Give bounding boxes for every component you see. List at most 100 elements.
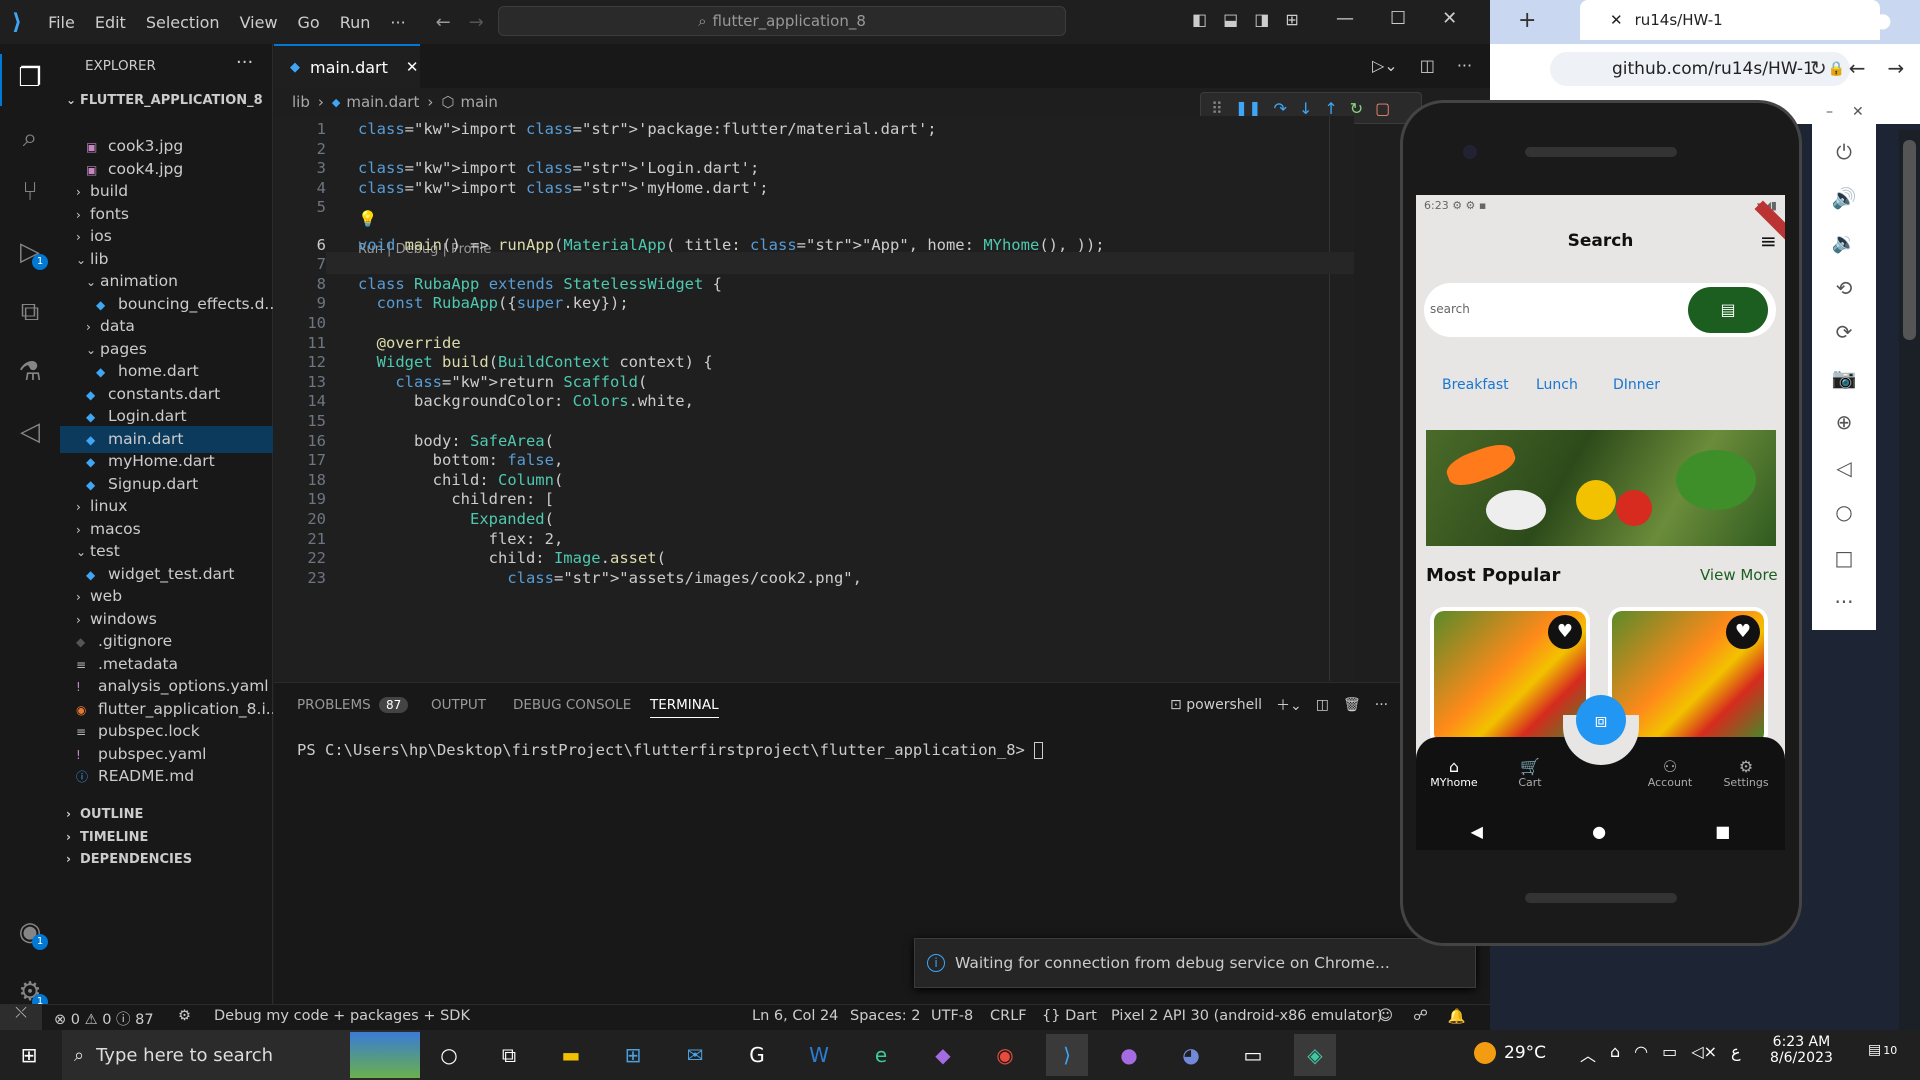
terminal-output[interactable]: PS C:\Users\hp\Desktop\firstProject\flut… [297, 741, 1044, 759]
run-dropdown-icon[interactable]: ▷⌄ [1372, 56, 1398, 75]
screenshot-icon[interactable]: 📷 [1812, 366, 1876, 390]
code-line[interactable]: child: Column( [358, 471, 564, 489]
code-editor[interactable]: Run | Debug | Profile 💡 1 class="kw">impo… [274, 116, 1354, 681]
battery-icon[interactable]: ▭ [1662, 1042, 1677, 1066]
nav-myhome[interactable]: ⌂ MYhome [1424, 757, 1484, 789]
emulator-minimize-button[interactable]: – [1826, 104, 1833, 120]
code-line[interactable]: Widget build(BuildContext context) { [358, 353, 713, 371]
category-lunch[interactable]: Lunch [1536, 377, 1578, 393]
extensions-icon[interactable]: ⧉ [12, 294, 48, 330]
kill-terminal-icon[interactable]: 🗑 [1343, 697, 1361, 713]
new-terminal-icon[interactable]: ＋⌄ [1276, 695, 1302, 715]
search-field[interactable]: search ▤ [1424, 283, 1776, 337]
code-line[interactable]: child: Image.asset( [358, 549, 666, 567]
search-button[interactable]: ▤ [1688, 287, 1768, 333]
code-line[interactable]: children: [ [358, 490, 554, 508]
step-over-icon[interactable]: ↷ [1274, 99, 1287, 118]
vscode-taskbar-icon[interactable]: ⟩ [1046, 1034, 1088, 1076]
category-dinner[interactable]: DInner [1613, 377, 1660, 393]
pause-icon[interactable]: ❚❚ [1235, 99, 1262, 118]
toggle-sidebar-icon[interactable]: ◧ [1192, 10, 1207, 29]
code-line[interactable]: class="str">"assets/images/cook2.png", [358, 569, 862, 587]
search-icon[interactable]: ⌕ [12, 120, 48, 156]
store-icon[interactable]: ⊞ [612, 1034, 654, 1076]
menu-more[interactable]: ··· [380, 13, 415, 32]
panel-more-icon[interactable]: ··· [1375, 697, 1388, 713]
tab-debug-console[interactable]: DEBUG CONSOLE [513, 697, 631, 713]
code-line[interactable]: class="kw">import class="str">'Login.dar… [358, 159, 759, 177]
breadcrumb-file[interactable]: main.dart [346, 93, 419, 111]
browser-back-icon[interactable]: ← [1849, 56, 1866, 80]
code-line[interactable]: body: SafeArea( [358, 432, 554, 450]
line-ending[interactable]: CRLF [990, 1008, 1027, 1024]
tab-output[interactable]: OUTPUT [431, 697, 486, 713]
run-debug-icon[interactable]: ▷ 1 [12, 234, 48, 270]
android-studio-icon[interactable]: ◈ [1294, 1034, 1336, 1076]
file-explorer-icon[interactable]: ▬ [550, 1034, 592, 1076]
tab-terminal[interactable]: TERMINAL [650, 697, 719, 718]
code-line[interactable]: class RubaApp extends StatelessWidget { [358, 275, 722, 293]
zoom-icon[interactable]: ⊕ [1812, 410, 1876, 434]
emulator-close-button[interactable]: ✕ [1852, 104, 1864, 120]
customize-layout-icon[interactable]: ⊞ [1285, 10, 1298, 29]
code-line[interactable]: class="kw">return Scaffold( [358, 373, 647, 391]
editor-more-icon[interactable]: ··· [1457, 56, 1472, 75]
project-root[interactable]: ⌄ FLUTTER_APPLICATION_8 [60, 87, 273, 114]
split-editor-icon[interactable]: ◫ [1420, 56, 1435, 75]
browser-scrollbar[interactable] [1903, 140, 1916, 340]
tray-chevron-icon[interactable]: ︿ [1580, 1042, 1596, 1066]
android-back-icon[interactable]: ◀ [1471, 822, 1483, 841]
menu-view[interactable]: View [230, 13, 288, 32]
cortana-icon[interactable]: ○ [428, 1034, 470, 1076]
more-actions-icon[interactable]: ··· [236, 52, 253, 73]
android-recents-icon[interactable]: ■ [1715, 822, 1730, 841]
hamburger-menu-icon[interactable]: ≡ [1760, 229, 1777, 253]
cursor-position[interactable]: Ln 6, Col 24 [752, 1008, 838, 1024]
emulator-more-icon[interactable]: ··· [1812, 590, 1876, 614]
encoding[interactable]: UTF-8 [931, 1008, 973, 1024]
reload-icon[interactable]: ↻ [1810, 56, 1827, 80]
category-breakfast[interactable]: Breakfast [1442, 377, 1509, 393]
menu-go[interactable]: Go [288, 13, 330, 32]
taskbar-search[interactable]: ⌕ Type here to search [62, 1030, 420, 1080]
code-line[interactable]: Expanded( [358, 510, 554, 528]
address-bar[interactable]: github.com/ru14s/HW-1 🔒 [1550, 52, 1850, 86]
copilot-icon[interactable]: ☺ [1378, 1008, 1393, 1025]
code-line[interactable]: bottom: false, [358, 451, 564, 469]
restart-icon[interactable]: ↻ [1350, 99, 1363, 118]
volume-muted-icon[interactable]: ◁× [1691, 1042, 1717, 1066]
volume-down-icon[interactable]: 🔉 [1812, 230, 1876, 254]
tab-problems[interactable]: PROBLEMS 87 [297, 697, 409, 713]
split-terminal-icon[interactable]: ◫ [1316, 697, 1329, 713]
section-dependencies[interactable]: › DEPENDENCIES [60, 846, 273, 873]
terminal-shell-selector[interactable]: ⊡ powershell [1170, 697, 1262, 713]
maximize-button[interactable]: ☐ [1390, 8, 1406, 29]
task-view-icon[interactable]: ⧉ [488, 1034, 530, 1076]
lightbulb-icon[interactable]: 💡 [358, 210, 377, 228]
new-tab-icon[interactable]: + [1518, 8, 1536, 33]
nav-settings[interactable]: ⚙ Settings [1716, 757, 1776, 789]
center-fab[interactable]: ⧈ [1576, 695, 1626, 745]
notification-toast[interactable]: i Waiting for connection from debug serv… [914, 938, 1476, 988]
debug-mode[interactable]: Debug my code + packages + SDK [214, 1008, 470, 1024]
terminal-icon[interactable]: ▭ [1232, 1034, 1274, 1076]
visual-studio-icon[interactable]: ◆ [922, 1034, 964, 1076]
menu-file[interactable]: File [38, 13, 85, 32]
accounts-icon[interactable]: ◉ 1 [12, 914, 48, 950]
power-icon[interactable]: ⏻ [1812, 140, 1876, 164]
forward-icon[interactable]: → [469, 12, 484, 33]
android-home-icon[interactable]: ● [1592, 822, 1606, 841]
feedback-icon[interactable]: ☍ [1413, 1008, 1428, 1025]
source-control-icon[interactable]: ⑂ [12, 174, 48, 210]
volume-up-icon[interactable]: 🔊 [1812, 186, 1876, 210]
problems-status[interactable]: ⊗ 0 ⚠ 0 ⓘ 87 [54, 1008, 154, 1029]
minimize-button[interactable]: — [1336, 8, 1354, 29]
testing-icon[interactable]: ⚗ [12, 354, 48, 390]
breadcrumb-symbol[interactable]: main [460, 93, 497, 111]
edge-icon[interactable]: e [860, 1034, 902, 1076]
code-line[interactable]: @override [358, 334, 461, 352]
rotate-right-icon[interactable]: ⟳ [1812, 320, 1876, 344]
wifi-icon[interactable]: ◠ [1634, 1042, 1648, 1066]
nav-account[interactable]: ⚇ Account [1640, 757, 1700, 789]
step-into-icon[interactable]: ↓ [1299, 99, 1312, 118]
